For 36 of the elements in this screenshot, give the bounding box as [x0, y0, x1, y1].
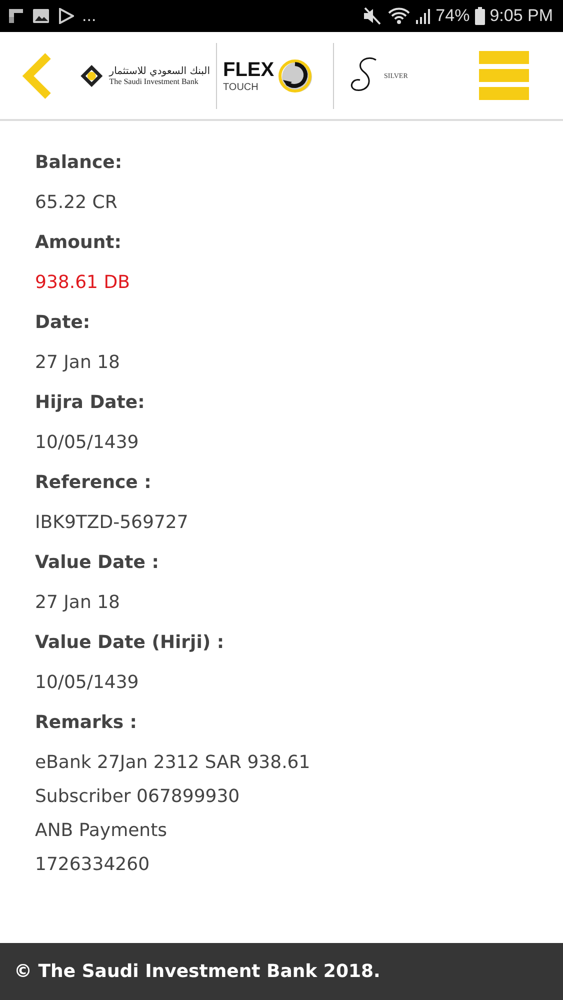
field-value: 65.22 CR	[35, 191, 118, 215]
field-value: 10/05/1439	[35, 671, 140, 695]
field-label: Value Date (Hirji) :	[35, 631, 226, 655]
field-value: 27 Jan 18	[35, 351, 121, 375]
battery-icon	[474, 7, 485, 25]
signal-icon	[414, 7, 431, 25]
mute-icon	[362, 7, 383, 25]
field-label: Reference :	[35, 471, 152, 495]
field-label: Date:	[35, 311, 92, 335]
play-store-icon	[58, 8, 74, 24]
overflow-text: ...	[82, 6, 96, 26]
touch-logo-text: TOUCH	[223, 82, 260, 92]
field-value: 10/05/1439	[35, 431, 140, 455]
field-value: 1726334260	[35, 853, 151, 877]
field-label: Hijra Date:	[35, 391, 146, 415]
menu-icon[interactable]	[479, 50, 529, 100]
field-label: Value Date :	[35, 551, 160, 575]
field-value: eBank 27Jan 2312 SAR 938.61	[35, 751, 312, 775]
copyright-text: © The Saudi Investment Bank 2018.	[14, 961, 380, 982]
image-icon	[32, 8, 50, 24]
clock-time: 9:05 PM	[490, 6, 553, 26]
wifi-icon	[388, 7, 410, 25]
field-value: Subscriber 067899930	[35, 785, 241, 809]
field-label: Amount:	[35, 231, 122, 255]
field-label: Remarks :	[35, 711, 138, 735]
field-value: 938.61 DB	[35, 271, 131, 295]
field-label: Balance:	[35, 151, 124, 175]
battery-percent: 74%	[436, 6, 470, 26]
bank-name-arabic: البنك السعودي للاستثمار	[109, 66, 210, 76]
back-icon[interactable]	[22, 52, 52, 98]
bank-name: The Saudi Investment Bank	[109, 76, 200, 86]
flex-logo-text: FLEX	[223, 58, 274, 82]
field-value: IBK9TZD-569727	[35, 511, 190, 535]
flipboard-icon	[8, 8, 24, 24]
field-value: 27 Jan 18	[35, 591, 121, 615]
field-value: ANB Payments	[35, 819, 168, 843]
